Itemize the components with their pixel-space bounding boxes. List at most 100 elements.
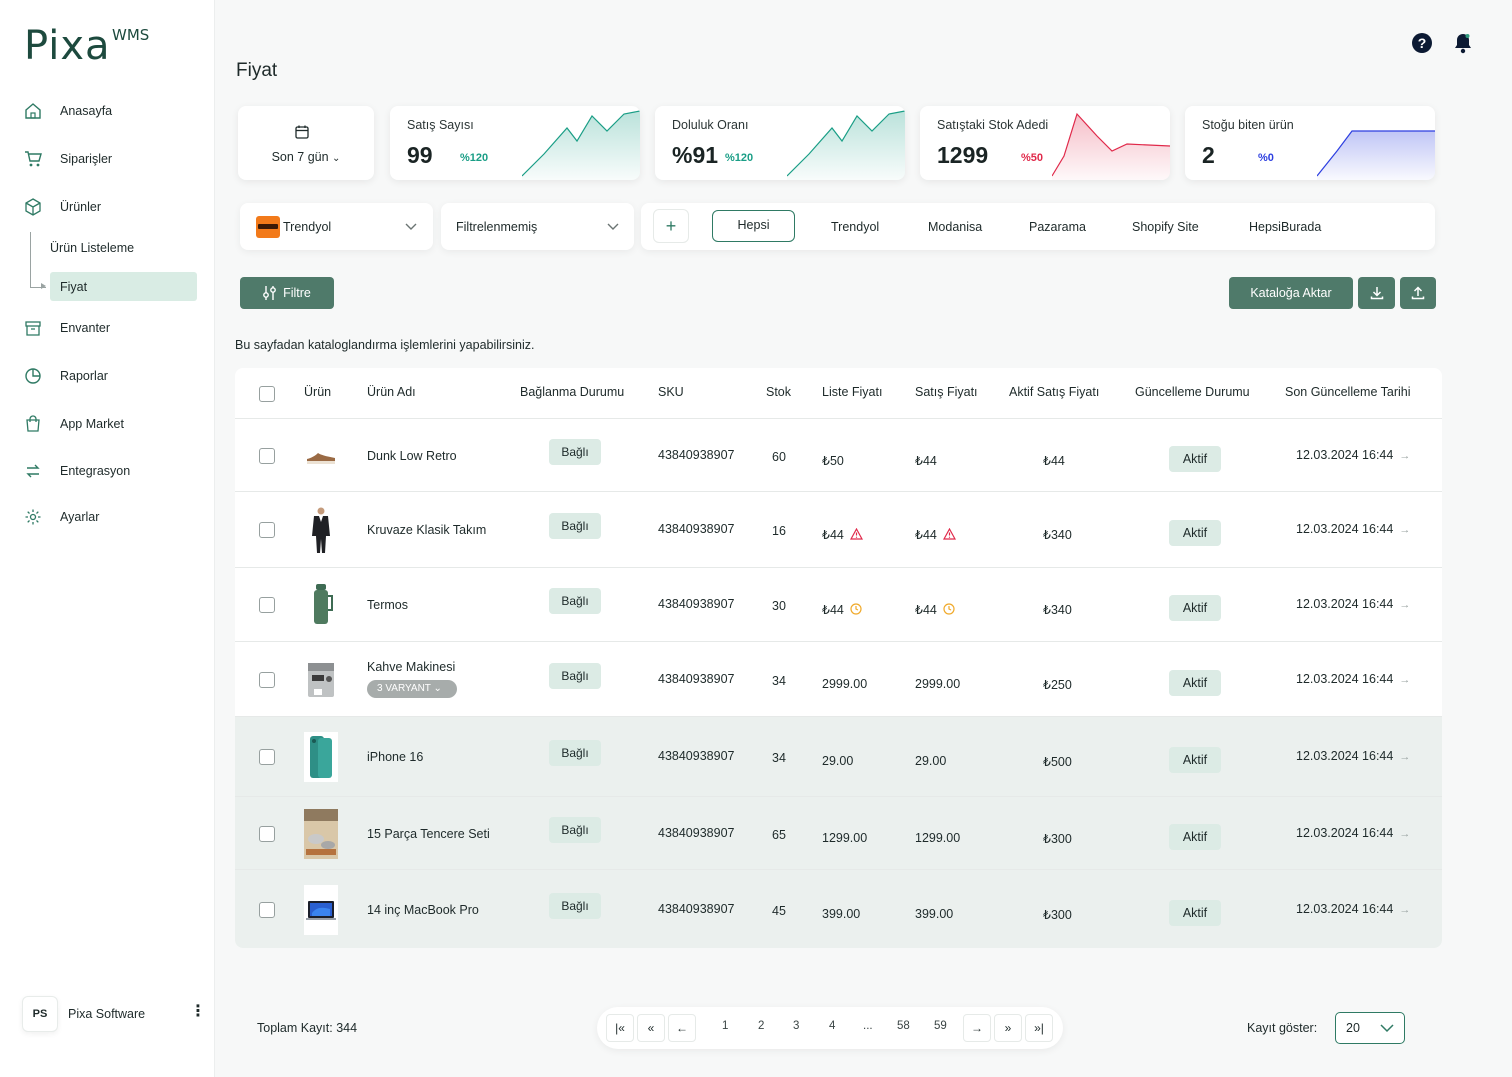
- status-filter-select[interactable]: Filtrelenmemiş: [441, 203, 634, 250]
- filter-button[interactable]: Filtre: [240, 277, 334, 309]
- avatar[interactable]: PS: [22, 996, 58, 1032]
- column-header[interactable]: Bağlanma Durumu: [520, 385, 624, 399]
- table-row[interactable]: iPhone 16 Bağlı 43840938907 34 29.00 29.00 ₺50…: [235, 716, 1442, 796]
- column-header[interactable]: Aktif Satış Fiyatı: [1009, 385, 1099, 399]
- table-row[interactable]: Kruvaze Klasik Takım Bağlı 43840938907 16 ₺4…: [235, 491, 1442, 567]
- box-icon: [24, 198, 42, 216]
- sale-price: ₺44: [915, 453, 937, 468]
- update-status-badge: Aktif: [1169, 747, 1221, 773]
- export-catalog-button[interactable]: Kataloğa Aktar: [1229, 277, 1353, 309]
- update-status-badge: Aktif: [1169, 824, 1221, 850]
- sale-price: ₺44: [915, 527, 956, 542]
- sidebar-item-entegrasyon[interactable]: Entegrasyon: [24, 459, 130, 483]
- select-all-checkbox[interactable]: [259, 386, 275, 402]
- sparkline-chart: [522, 110, 640, 180]
- bind-status-badge: Bağlı: [549, 817, 601, 843]
- row-checkbox[interactable]: [259, 672, 275, 688]
- tab-pazarama[interactable]: Pazarama: [1029, 220, 1086, 234]
- sidebar-item-ayarlar[interactable]: Ayarlar: [24, 505, 99, 529]
- more-vertical-icon[interactable]: ⋮: [190, 1004, 206, 1023]
- help-icon[interactable]: ?: [1411, 32, 1433, 54]
- product-name[interactable]: 14 inç MacBook Pro: [367, 903, 479, 917]
- row-checkbox[interactable]: [259, 597, 275, 613]
- product-name[interactable]: 15 Parça Tencere Seti: [367, 827, 490, 841]
- product-name[interactable]: iPhone 16: [367, 750, 423, 764]
- date-range-picker[interactable]: Son 7 gün ⌄: [238, 106, 374, 180]
- last-update[interactable]: 12.03.2024 16:44 →: [1296, 749, 1410, 763]
- first-page-button[interactable]: |«: [606, 1014, 634, 1042]
- last-update[interactable]: 12.03.2024 16:44 →: [1296, 902, 1410, 916]
- last-update[interactable]: 12.03.2024 16:44 →: [1296, 597, 1410, 611]
- stat-title: Satıştaki Stok Adedi: [937, 118, 1049, 132]
- row-checkbox[interactable]: [259, 902, 275, 918]
- page-number[interactable]: 3: [793, 1020, 799, 1032]
- download-button[interactable]: [1358, 277, 1395, 309]
- sidebar-item-envanter[interactable]: Envanter: [24, 316, 110, 340]
- stat-card: Satıştaki Stok Adedi 1299 %50: [920, 106, 1170, 180]
- column-header[interactable]: Stok: [766, 385, 791, 399]
- product-name[interactable]: Kruvaze Klasik Takım: [367, 523, 486, 537]
- sidebar-item-anasayfa[interactable]: Anasayfa: [24, 99, 112, 123]
- add-channel-button[interactable]: +: [653, 209, 689, 243]
- sku: 43840938907: [658, 597, 735, 611]
- bell-icon[interactable]: [1452, 32, 1474, 54]
- last-update[interactable]: 12.03.2024 16:44 →: [1296, 672, 1410, 686]
- page-number[interactable]: 4: [829, 1020, 835, 1032]
- sidebar-item-label: Ayarlar: [60, 510, 100, 524]
- sidebar-item--r-nler[interactable]: Ürünler: [24, 195, 101, 219]
- upload-button[interactable]: [1400, 277, 1436, 309]
- product-name[interactable]: Termos: [367, 598, 408, 612]
- product-thumbnail: [304, 809, 338, 859]
- column-header[interactable]: Güncelleme Durumu: [1135, 385, 1250, 399]
- column-header[interactable]: SKU: [658, 385, 684, 399]
- column-header[interactable]: Son Güncelleme Tarihi: [1285, 385, 1411, 399]
- column-header[interactable]: Ürün: [304, 385, 331, 399]
- logo[interactable]: Pixa WMS: [24, 23, 149, 70]
- product-thumbnail: [304, 505, 338, 555]
- column-header[interactable]: Satış Fiyatı: [915, 385, 978, 399]
- product-name[interactable]: Kahve Makinesi: [367, 660, 455, 674]
- column-header[interactable]: Liste Fiyatı: [822, 385, 882, 399]
- last-update-date: 12.03.2024 16:44: [1296, 902, 1394, 916]
- table-row[interactable]: Termos Bağlı 43840938907 30 ₺44 ₺44 ₺340 Aktif 1…: [235, 567, 1442, 641]
- row-checkbox[interactable]: [259, 522, 275, 538]
- sidebar-item-sipari-ler[interactable]: Siparişler: [24, 147, 112, 171]
- table-row[interactable]: 14 inç MacBook Pro Bağlı 43840938907 45 399.…: [235, 869, 1442, 948]
- prev-ten-button[interactable]: «: [637, 1014, 665, 1042]
- per-page-select[interactable]: 20: [1335, 1012, 1405, 1044]
- sidebar-item-urun-listeleme[interactable]: Ürün Listeleme: [50, 241, 134, 255]
- last-update[interactable]: 12.03.2024 16:44 →: [1296, 448, 1410, 462]
- row-checkbox[interactable]: [259, 749, 275, 765]
- last-page-button[interactable]: »|: [1025, 1014, 1053, 1042]
- sidebar-item-label: Entegrasyon: [60, 464, 131, 478]
- page-number[interactable]: 59: [934, 1020, 947, 1032]
- arrow-right-icon: →: [1399, 751, 1411, 763]
- tab-modanisa[interactable]: Modanisa: [928, 220, 982, 234]
- tab-hepsiburada[interactable]: HepsiBurada: [1249, 220, 1321, 234]
- marketplace-select[interactable]: Trendyol: [240, 203, 433, 250]
- table-row[interactable]: 15 Parça Tencere Seti Bağlı 43840938907 65 1…: [235, 796, 1442, 869]
- page-number[interactable]: 58: [897, 1020, 910, 1032]
- variant-toggle[interactable]: 3 VARYANT ⌄: [367, 680, 457, 698]
- sidebar-item-app-market[interactable]: App Market: [24, 412, 124, 436]
- last-update[interactable]: 12.03.2024 16:44 →: [1296, 522, 1410, 536]
- arrow-right-icon: →: [1399, 904, 1411, 916]
- page-number[interactable]: 1: [722, 1020, 728, 1032]
- sidebar-item-raporlar[interactable]: Raporlar: [24, 364, 108, 388]
- tab-trendyol[interactable]: Trendyol: [831, 220, 879, 234]
- page-number[interactable]: 2: [758, 1020, 764, 1032]
- product-name[interactable]: Dunk Low Retro: [367, 449, 457, 463]
- tab-shopify-site[interactable]: Shopify Site: [1132, 220, 1199, 234]
- next-ten-button[interactable]: »: [994, 1014, 1022, 1042]
- column-header[interactable]: Ürün Adı: [367, 385, 416, 399]
- last-update[interactable]: 12.03.2024 16:44 →: [1296, 826, 1410, 840]
- next-page-button[interactable]: →: [963, 1014, 991, 1042]
- tab-hepsi[interactable]: Hepsi: [712, 210, 795, 242]
- table-row[interactable]: Kahve Makinesi 3 VARYANT ⌄ Bağlı 4384093890…: [235, 641, 1442, 716]
- prev-page-button[interactable]: ←: [668, 1014, 696, 1042]
- row-checkbox[interactable]: [259, 448, 275, 464]
- sidebar-item-fiyat[interactable]: Fiyat: [60, 280, 87, 294]
- row-checkbox[interactable]: [259, 826, 275, 842]
- logo-text: Pixa: [24, 23, 111, 69]
- table-row[interactable]: Dunk Low Retro Bağlı 43840938907 60 ₺50 ₺44 ₺4…: [235, 418, 1442, 492]
